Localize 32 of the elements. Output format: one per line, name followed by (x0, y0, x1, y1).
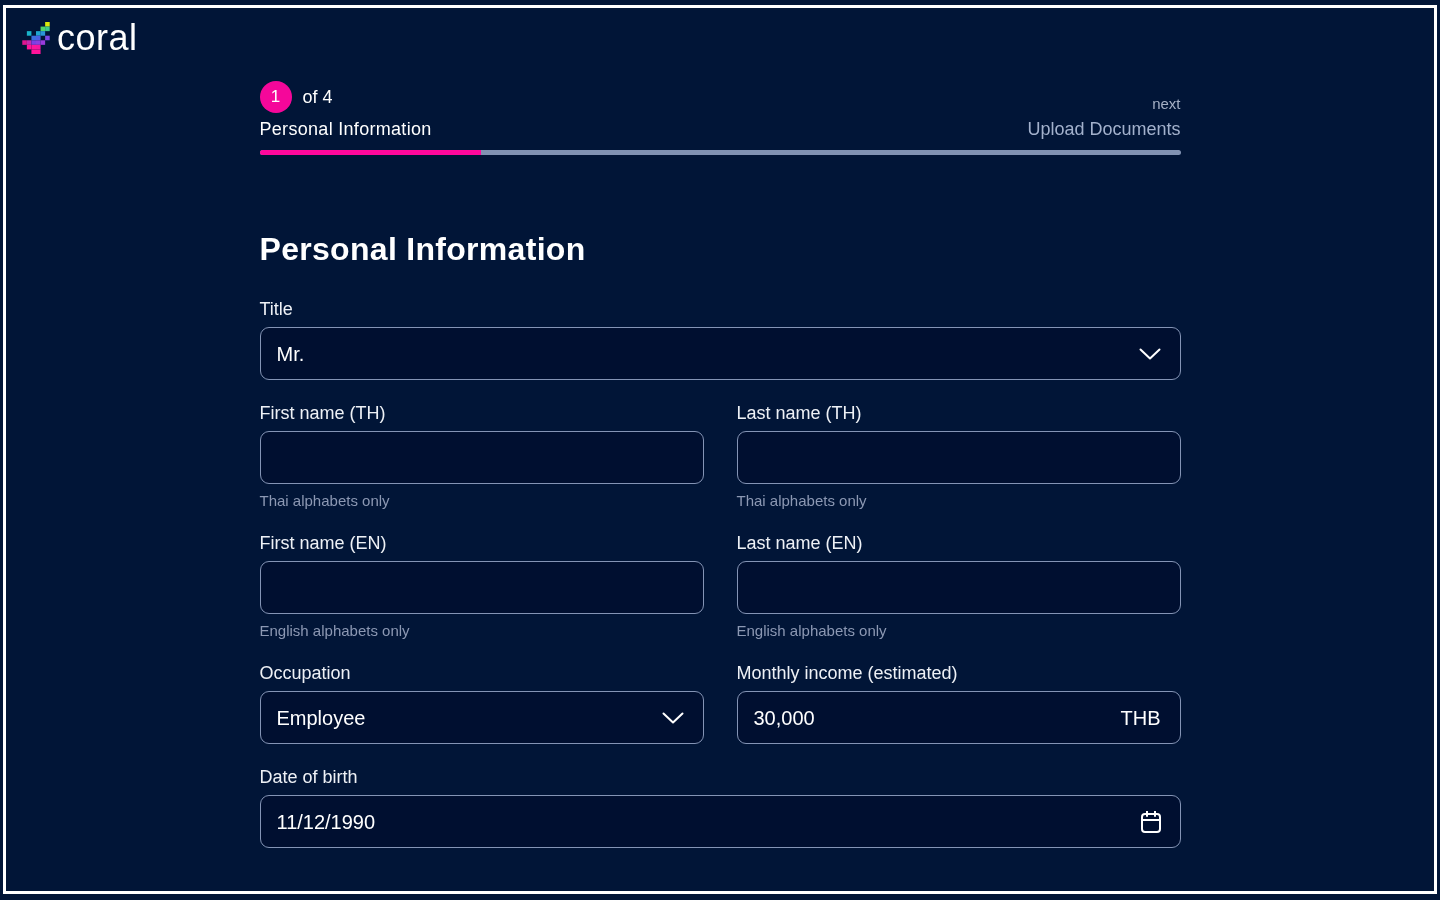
text-field[interactable] (259, 431, 704, 484)
chevron-down-icon (1138, 347, 1161, 360)
currency-label: THB (1120, 705, 1161, 731)
date-field[interactable]: 11/12/1990 (259, 795, 1181, 848)
dropdown-field[interactable]: Mr. (259, 327, 1181, 380)
step-count: of 4 (302, 86, 333, 108)
current-step-title: Personal Information (259, 118, 432, 140)
field-label: Last name (TH) (736, 402, 863, 424)
field-label: First name (TH) (259, 402, 387, 424)
brand-name: coral (57, 20, 138, 56)
chevron-down-icon (661, 711, 684, 724)
logo-icon (20, 22, 52, 54)
field-hint: English alphabets only (736, 622, 888, 640)
field-hint: Thai alphabets only (259, 492, 391, 510)
field-label: Date of birth (259, 766, 359, 788)
form-heading: Personal Information (259, 230, 587, 268)
field-label: Monthly income (estimated) (736, 662, 959, 684)
text-field[interactable] (736, 431, 1181, 484)
field-label: Occupation (259, 662, 352, 684)
field-hint: Thai alphabets only (736, 492, 868, 510)
calendar-icon (1140, 810, 1161, 833)
next-step-title: Upload Documents (1027, 118, 1181, 140)
text-field[interactable] (259, 561, 704, 614)
dropdown-field[interactable]: Employee (259, 691, 704, 744)
next-caption: next (1151, 95, 1181, 113)
field-label: First name (EN) (259, 532, 388, 554)
field-label: Last name (EN) (736, 532, 864, 554)
step-number-badge: 1 (259, 81, 292, 113)
amount-field[interactable]: 30,000 THB (736, 691, 1181, 744)
text-field[interactable] (736, 561, 1181, 614)
field-hint: English alphabets only (259, 622, 411, 640)
field-label: Title (259, 298, 294, 320)
